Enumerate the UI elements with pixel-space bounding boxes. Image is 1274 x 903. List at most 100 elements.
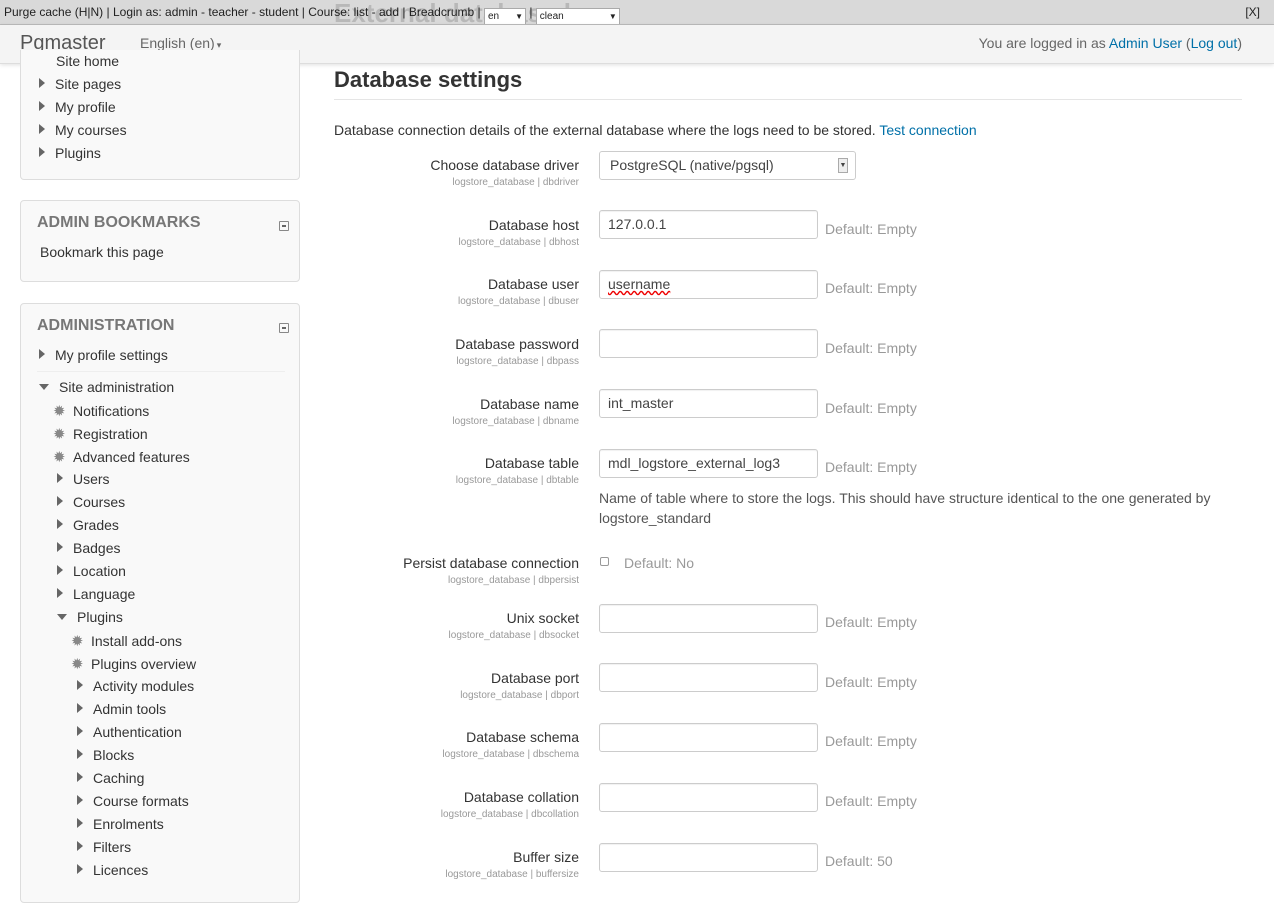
setting-label-dbtable: Database table logstore_database | dbtabl… [455, 455, 579, 486]
tree-item-plugins-overview[interactable]: ✹ Plugins overview [71, 655, 196, 673]
tree-item-badges[interactable]: Badges [57, 540, 120, 556]
setting-key: logstore_database | dbuser [457, 296, 579, 307]
tree-item-filters[interactable]: Filters [77, 839, 131, 855]
login-teacher-link[interactable]: teacher [208, 5, 248, 19]
dbtable-input[interactable]: mdl_logstore_external_log3 [599, 449, 818, 478]
setting-label-dbcollation: Database collation logstore_database | db… [440, 789, 579, 820]
purge-cache-link[interactable]: Purge cache [4, 5, 71, 19]
expand-arrow-icon [57, 542, 63, 552]
tree-item-authentication[interactable]: Authentication [77, 724, 182, 740]
dbschema-input[interactable] [599, 723, 818, 752]
expand-arrow-icon [77, 864, 83, 874]
setting-label-dbsocket: Unix socket logstore_database | dbsocket [448, 610, 579, 641]
buffersize-input[interactable] [599, 843, 818, 872]
user-profile-link[interactable]: Admin User [1109, 35, 1182, 51]
dbtable-description: Name of table where to store the logs. T… [599, 490, 1211, 526]
dbuser-input[interactable]: username [599, 270, 818, 299]
purge-keys: (H|N) [74, 5, 104, 19]
expand-arrow-icon [57, 473, 63, 483]
setting-key: logstore_database | dbdriver [452, 177, 579, 188]
tree-item-admin-tools[interactable]: Admin tools [77, 701, 166, 717]
gear-icon: ✹ [71, 656, 84, 673]
dbcollation-input[interactable] [599, 783, 818, 812]
dbdriver-select[interactable]: PostgreSQL (native/pgsql) ▼ [599, 151, 856, 180]
dbpass-default: Default: Empty [825, 340, 917, 356]
page-title: Database settings [334, 67, 523, 92]
expand-arrow-icon [39, 124, 45, 134]
lang-select[interactable]: en ▼ [483, 8, 526, 24]
chevron-down-icon: ▼ [515, 12, 523, 21]
dbpass-input[interactable] [599, 329, 818, 358]
tree-item-my-profile-settings[interactable]: My profile settings [39, 347, 168, 363]
setting-key: logstore_database | dbhost [458, 237, 579, 248]
nav-item-my-profile[interactable]: My profile [39, 99, 116, 115]
dbpersist-default: Default: No [624, 555, 695, 571]
expand-arrow-icon [77, 680, 83, 690]
course-label: Course: [308, 5, 351, 19]
nav-item-site-pages[interactable]: Site pages [39, 76, 121, 92]
tree-item-site-administration[interactable]: Site administration [39, 379, 174, 395]
expand-arrow-icon [77, 749, 83, 759]
login-admin-link[interactable]: admin [165, 5, 198, 19]
tree-item-activity-modules[interactable]: Activity modules [77, 678, 194, 694]
expand-arrow-icon [77, 726, 83, 736]
tree-item-users[interactable]: Users [57, 471, 110, 487]
close-toolbar-button[interactable]: [X] [1245, 5, 1260, 19]
expand-arrow-icon [77, 818, 83, 828]
tree-item-course-formats[interactable]: Course formats [77, 793, 189, 809]
setting-label-buffersize: Buffer size logstore_database | buffersiz… [445, 849, 579, 880]
tree-item-caching[interactable]: Caching [77, 770, 144, 786]
expand-arrow-icon [77, 703, 83, 713]
dbhost-input[interactable]: 127.0.0.1 [599, 210, 818, 239]
tree-item-licences[interactable]: Licences [77, 862, 148, 878]
tree-item-notifications[interactable]: ✹ Notifications [53, 402, 149, 420]
tree-item-install-addons[interactable]: ✹ Install add-ons [71, 632, 182, 650]
theme-select[interactable]: clean ▼ [535, 8, 620, 24]
gear-icon: ✹ [53, 403, 66, 420]
test-connection-link[interactable]: Test connection [879, 122, 976, 138]
tree-item-plugins[interactable]: Plugins [57, 609, 123, 625]
expand-arrow-icon [57, 565, 63, 575]
logout-link[interactable]: Log out [1191, 35, 1238, 51]
tree-item-courses[interactable]: Courses [57, 494, 125, 510]
dbsocket-input[interactable] [599, 604, 818, 633]
collapse-arrow-icon [57, 614, 67, 620]
dbtable-default: Default: Empty [825, 459, 917, 475]
caret-down-icon: ▾ [216, 40, 222, 50]
tree-item-grades[interactable]: Grades [57, 517, 119, 533]
minimize-icon[interactable] [279, 323, 289, 333]
language-menu[interactable]: English (en) ▾ [140, 35, 221, 51]
buffersize-default: Default: 50 [825, 853, 893, 869]
setting-label-dbpass: Database password logstore_database | dbp… [455, 336, 579, 367]
breadcrumb-link[interactable]: Breadcrumb [409, 5, 474, 19]
tree-item-registration[interactable]: ✹ Registration [53, 425, 148, 443]
tree-item-language[interactable]: Language [57, 586, 135, 602]
dbpersist-checkbox[interactable] [600, 557, 609, 566]
course-list-link[interactable]: list [354, 5, 369, 19]
nav-item-site-home[interactable]: Site home [56, 53, 119, 69]
chevron-down-icon: ▼ [608, 12, 617, 21]
tree-item-location[interactable]: Location [57, 563, 126, 579]
dbport-input[interactable] [599, 663, 818, 692]
dbport-default: Default: Empty [825, 674, 917, 690]
gear-icon: ✹ [71, 633, 84, 650]
dbname-default: Default: Empty [825, 400, 917, 416]
dbcollation-default: Default: Empty [825, 793, 917, 809]
setting-key: logstore_database | dbtable [455, 475, 579, 486]
tree-item-advanced-features[interactable]: ✹ Advanced features [53, 448, 190, 466]
dbschema-default: Default: Empty [825, 733, 917, 749]
tree-item-enrolments[interactable]: Enrolments [77, 816, 164, 832]
intro-text: Database connection details of the exter… [334, 122, 977, 138]
admin-bookmarks-block: ADMIN BOOKMARKS Bookmark this page [20, 200, 300, 282]
login-student-link[interactable]: student [259, 5, 298, 19]
course-add-link[interactable]: add [379, 5, 399, 19]
bookmark-this-page-link[interactable]: Bookmark this page [40, 244, 164, 260]
dbhost-default: Default: Empty [825, 221, 917, 237]
tree-item-blocks[interactable]: Blocks [77, 747, 134, 763]
minimize-icon[interactable] [279, 221, 289, 231]
nav-item-my-courses[interactable]: My courses [39, 122, 127, 138]
dbname-input[interactable]: int_master [599, 389, 818, 418]
nav-item-plugins[interactable]: Plugins [39, 145, 101, 161]
setting-key: logstore_database | dbsocket [448, 630, 579, 641]
setting-key: logstore_database | dbschema [442, 749, 579, 760]
